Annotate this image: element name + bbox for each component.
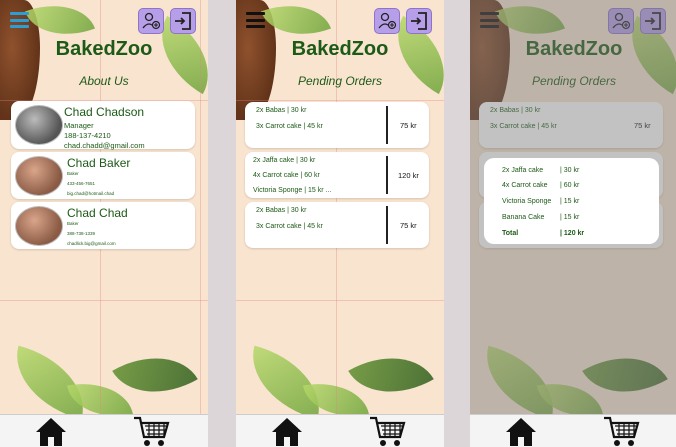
shopping-cart-icon[interactable] xyxy=(132,415,170,447)
popup-item-name: Victoria Sponge xyxy=(502,198,552,205)
member-role: Manager xyxy=(64,121,94,130)
member-email: chad.chadd@gmail.com xyxy=(64,141,145,150)
member-email: chadlick.big@gmail.com xyxy=(67,241,116,246)
add-user-button[interactable] xyxy=(138,8,164,34)
hamburger-menu-icon[interactable] xyxy=(246,12,265,28)
order-card[interactable]: 2x Babas | 30 kr 3x Carrot cake | 45 kr … xyxy=(245,102,429,148)
order-card[interactable]: 2x Jaffa cake | 30 kr 4x Carrot cake | 6… xyxy=(245,152,429,198)
order-card[interactable]: 2x Babas | 30 kr 3x Carrot cake | 45 kr … xyxy=(245,202,429,248)
guide-line xyxy=(200,0,201,447)
avatar xyxy=(15,105,63,145)
member-name: Chad Chadson xyxy=(64,105,145,119)
home-icon[interactable] xyxy=(34,415,68,447)
order-divider xyxy=(386,206,388,244)
bottom-nav xyxy=(470,414,676,447)
add-user-icon xyxy=(378,12,397,30)
member-name: Chad Baker xyxy=(67,156,131,170)
order-item: 3x Carrot cake | 45 kr xyxy=(256,223,323,230)
member-name: Chad Chad xyxy=(67,206,128,220)
popup-item-price: | 60 kr xyxy=(560,182,580,189)
avatar xyxy=(15,206,63,246)
popup-item-price: | 15 kr xyxy=(560,214,580,221)
add-user-button[interactable] xyxy=(374,8,400,34)
logout-button[interactable] xyxy=(170,8,196,34)
order-divider xyxy=(386,106,388,144)
team-member-card[interactable]: Chad Baker Baker 433-456-7651 big.chad@h… xyxy=(11,152,195,199)
app-title: BakedZoo xyxy=(55,38,153,60)
member-role: Baker xyxy=(67,221,79,226)
app-screens: BakedZoo About Us Chad Chadson Manager 1… xyxy=(0,0,676,447)
order-detail-popup[interactable]: 2x Jaffa cake | 30 kr 4x Carrot cake | 6… xyxy=(484,158,659,244)
about-screen: BakedZoo About Us Chad Chadson Manager 1… xyxy=(0,0,208,447)
shopping-cart-icon[interactable] xyxy=(602,415,640,447)
page-subtitle: Pending Orders xyxy=(297,74,383,88)
page-subtitle: About Us xyxy=(79,74,129,88)
popup-item-name: 4x Carrot cake xyxy=(502,182,548,189)
order-item: 4x Carrot cake | 60 kr xyxy=(253,172,320,179)
order-divider xyxy=(386,156,388,194)
order-item: 2x Babas | 30 kr xyxy=(256,207,307,214)
order-total: 120 kr xyxy=(398,171,419,180)
order-item: Victoria Sponge | 15 kr ... xyxy=(253,187,332,194)
leaf-decoration xyxy=(4,345,96,420)
bottom-nav xyxy=(236,414,444,447)
hamburger-menu-icon[interactable] xyxy=(10,12,29,28)
team-member-card[interactable]: Chad Chad Baker 388-738-1339 chadlick.bi… xyxy=(11,202,195,249)
member-phone: 388-738-1339 xyxy=(67,231,96,236)
avatar xyxy=(15,156,63,196)
home-icon[interactable] xyxy=(504,415,538,447)
shopping-cart-icon[interactable] xyxy=(368,415,406,447)
team-member-card[interactable]: Chad Chadson Manager 188-137-4210 chad.c… xyxy=(11,101,195,150)
popup-item-name: 2x Jaffa cake xyxy=(502,167,544,174)
home-icon[interactable] xyxy=(270,415,304,447)
member-role: Baker xyxy=(67,171,79,176)
app-title: BakedZoo xyxy=(291,38,389,60)
guide-line xyxy=(0,300,208,301)
add-user-icon xyxy=(142,12,161,30)
member-email: big.chad@hotmail.chad xyxy=(67,191,115,196)
popup-total-value: | 120 kr xyxy=(560,230,585,237)
order-total: 75 kr xyxy=(400,221,417,230)
popup-item-price: | 15 kr xyxy=(560,198,580,205)
pending-orders-screen: BakedZoo Pending Orders 2x Babas | 30 kr… xyxy=(236,0,444,447)
logout-icon xyxy=(175,12,191,30)
popup-total-label: Total xyxy=(502,230,519,237)
order-item: 3x Carrot cake | 45 kr xyxy=(256,123,323,130)
logout-icon xyxy=(411,12,427,30)
guide-line xyxy=(236,300,444,301)
leaf-decoration xyxy=(240,345,332,420)
guide-line xyxy=(236,100,444,101)
popup-item-price: | 30 kr xyxy=(560,167,580,174)
order-total: 75 kr xyxy=(400,121,417,130)
popup-item-name: Banana Cake xyxy=(502,214,545,221)
member-phone: 433-456-7651 xyxy=(67,181,96,186)
order-item: 2x Babas | 30 kr xyxy=(256,107,307,114)
bottom-nav xyxy=(0,414,208,447)
member-phone: 188-137-4210 xyxy=(64,131,111,140)
logout-button[interactable] xyxy=(406,8,432,34)
order-detail-screen: BakedZoo Pending Orders 2x Babas | 30 kr… xyxy=(470,0,676,447)
order-item: 2x Jaffa cake | 30 kr xyxy=(253,157,316,164)
